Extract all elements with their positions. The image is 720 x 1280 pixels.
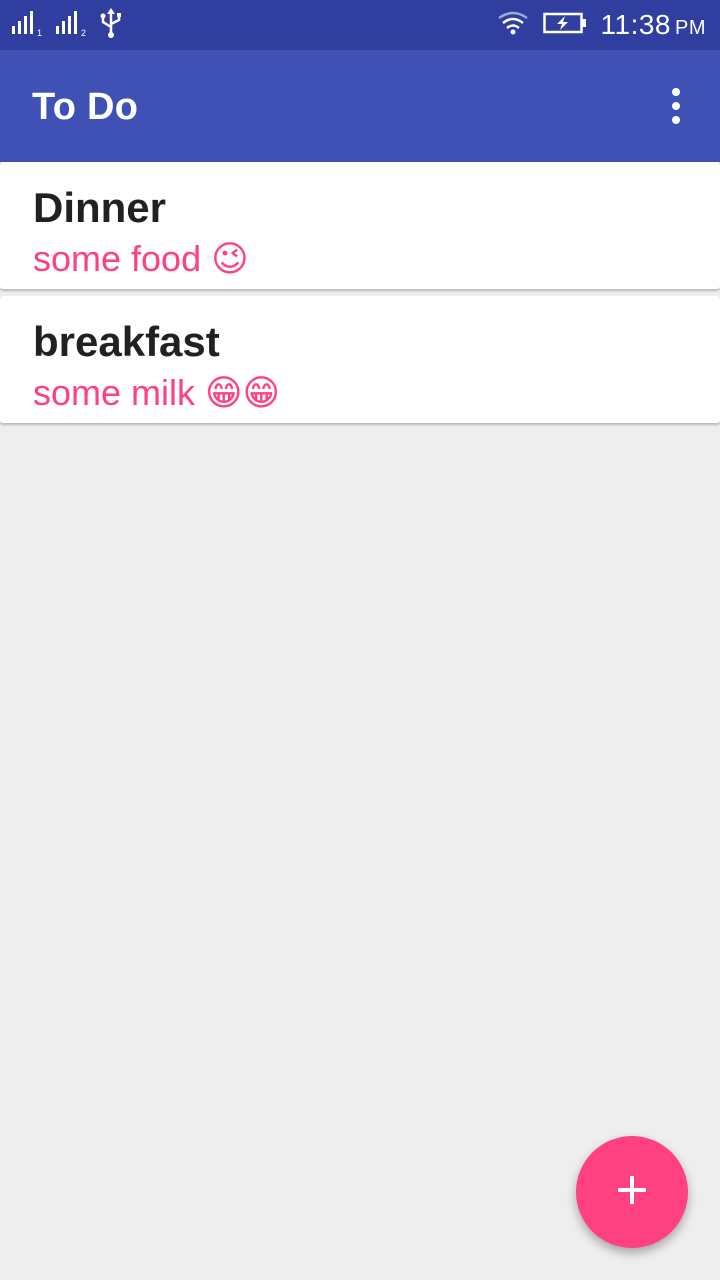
todo-note: some food 😉 (33, 238, 249, 279)
signal-sim1-icon: 1 (10, 8, 44, 43)
todo-item-dinner[interactable]: Dinner some food 😉 (0, 162, 720, 289)
signal-sim2-icon: 2 (54, 8, 88, 43)
app-title: To Do (32, 86, 139, 128)
sim2-label: 2 (81, 28, 86, 38)
status-bar: 1 2 11:38 PM (0, 0, 720, 50)
more-vert-icon[interactable] (660, 86, 692, 126)
add-icon (615, 1173, 649, 1212)
overflow-dot (672, 102, 680, 110)
todo-title: breakfast (33, 318, 220, 365)
status-clock: 11:38 PM (601, 9, 707, 41)
battery-charging-icon (542, 11, 587, 40)
usb-icon (98, 7, 124, 44)
status-icons-right: 11:38 PM (497, 0, 707, 50)
app-bar: To Do (0, 50, 720, 162)
clock-ampm: PM (675, 17, 706, 39)
todo-note: some milk 😁😁 (33, 372, 281, 413)
todo-item-breakfast[interactable]: breakfast some milk 😁😁 (0, 296, 720, 423)
sim1-label: 1 (37, 28, 42, 38)
overflow-dot (672, 116, 680, 124)
clock-time: 11:38 (600, 9, 671, 40)
overflow-dot (672, 88, 680, 96)
wifi-icon (497, 10, 529, 41)
status-icons-left: 1 2 (10, 7, 124, 44)
add-todo-button[interactable] (576, 1136, 688, 1248)
todo-title: Dinner (33, 184, 167, 231)
todo-list: Dinner some food 😉 breakfast some milk 😁… (0, 162, 720, 430)
